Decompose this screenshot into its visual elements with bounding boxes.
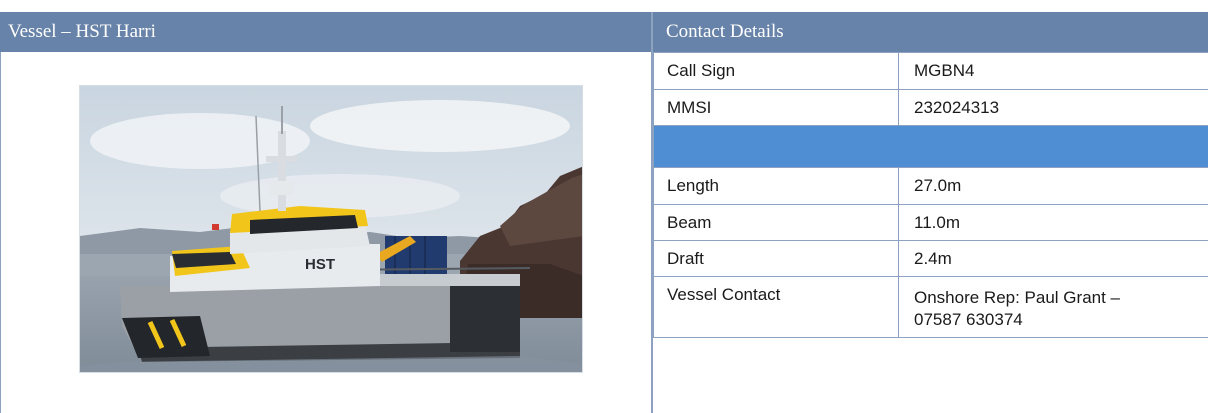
row-label: Draft (653, 240, 899, 277)
section-band (653, 125, 1208, 168)
row-value: 11.0m (898, 204, 1208, 241)
row-label: Call Sign (653, 52, 899, 90)
row-label: Length (653, 167, 899, 205)
table-row: Vessel Contact Onshore Rep: Paul Grant –… (653, 276, 1208, 338)
vessel-panel-title: Vessel – HST Harri (0, 12, 651, 52)
row-value: MGBN4 (898, 52, 1208, 90)
row-label: MMSI (653, 89, 899, 126)
table-row: Draft 2.4m (653, 240, 1208, 277)
contact-panel: Contact Details Call Sign MGBN4 MMSI 232… (653, 12, 1208, 413)
row-value: 232024313 (898, 89, 1208, 126)
contact-line-2: 07587 630374 (914, 310, 1023, 329)
contact-panel-title: Contact Details (653, 12, 1208, 52)
vessel-photo: HST (79, 85, 583, 373)
row-label: Vessel Contact (653, 276, 899, 338)
table-row: Call Sign MGBN4 (653, 52, 1208, 90)
hull-logo-text: HST (305, 256, 335, 273)
row-value: Onshore Rep: Paul Grant – 07587 630374 (898, 276, 1208, 338)
row-value: 27.0m (898, 167, 1208, 205)
contact-details-table: Call Sign MGBN4 MMSI 232024313 Length 27… (653, 52, 1208, 338)
table-row: Length 27.0m (653, 167, 1208, 205)
row-value: 2.4m (898, 240, 1208, 277)
table-row: MMSI 232024313 (653, 89, 1208, 126)
contact-line-1: Onshore Rep: Paul Grant – (914, 288, 1121, 307)
row-label: Beam (653, 204, 899, 241)
section-band-row (653, 125, 1208, 168)
table-row: Beam 11.0m (653, 204, 1208, 241)
